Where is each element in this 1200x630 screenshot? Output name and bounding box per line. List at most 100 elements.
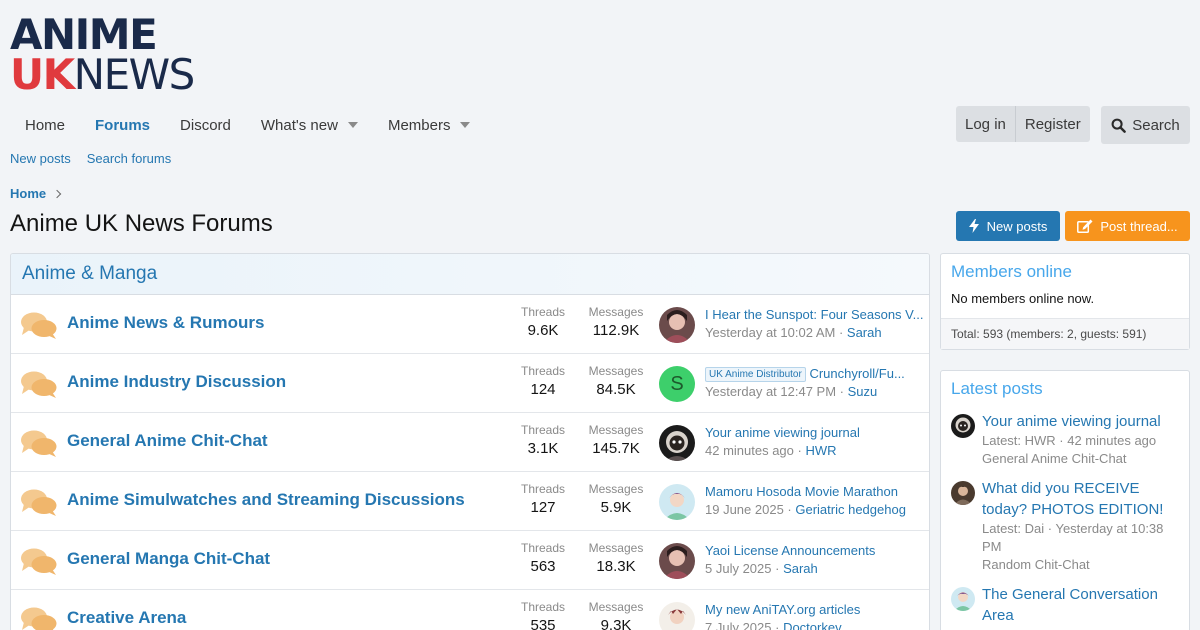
threads-count: 9.6K <box>527 322 559 339</box>
sub-nav: New posts Search forums <box>10 151 171 166</box>
latest-post-meta[interactable]: Latest: HWR · 42 minutes ago <box>982 432 1181 450</box>
avatar[interactable] <box>659 602 695 630</box>
messages-label: Messages <box>588 364 644 378</box>
forum-node-title[interactable]: Anime Industry Discussion <box>67 372 286 392</box>
last-post-time[interactable]: 7 July 2025 <box>705 620 772 630</box>
avatar[interactable] <box>659 543 695 579</box>
threads-stat: Threads 3.1K <box>511 423 575 457</box>
threads-stat: Threads 563 <box>511 541 575 575</box>
forum-node-row: Anime Industry Discussion Threads 124 Mes… <box>11 354 929 413</box>
forum-node-title[interactable]: General Manga Chit-Chat <box>67 549 270 569</box>
last-post-title[interactable]: Your anime viewing journal <box>705 425 925 442</box>
messages-stat: Messages 5.9K <box>583 482 649 516</box>
last-post-time[interactable]: Yesterday at 10:02 AM <box>705 325 835 340</box>
breadcrumb-home[interactable]: Home <box>10 186 46 201</box>
last-post-title-text: Crunchyroll/Fu... <box>809 366 905 381</box>
subnav-search-forums[interactable]: Search forums <box>87 151 172 166</box>
chat-bubbles-icon <box>21 430 57 457</box>
nav-discord[interactable]: Discord <box>165 106 246 144</box>
avatar[interactable] <box>951 481 975 505</box>
forum-node-row: Creative Arena Threads 535 Messages 9.3K M… <box>11 590 929 630</box>
avatar[interactable] <box>951 414 975 438</box>
forum-node-title[interactable]: Anime News & Rumours <box>67 313 264 333</box>
forum-node-row: Anime News & Rumours Threads 9.6K Message… <box>11 295 929 354</box>
threads-label: Threads <box>520 482 566 496</box>
new-posts-button[interactable]: New posts <box>956 211 1060 241</box>
last-post-time[interactable]: 19 June 2025 <box>705 502 784 517</box>
last-post-title[interactable]: Mamoru Hosoda Movie Marathon <box>705 484 925 501</box>
last-post-user[interactable]: Suzu <box>848 384 878 399</box>
last-post-meta: 42 minutes ago · HWR <box>705 443 837 458</box>
last-post-title[interactable]: I Hear the Sunspot: Four Seasons V... <box>705 307 925 324</box>
nav-home[interactable]: Home <box>10 106 80 144</box>
category-header[interactable]: Anime & Manga <box>11 254 929 295</box>
chevron-down-icon[interactable] <box>460 122 471 128</box>
latest-posts-title[interactable]: Latest posts <box>941 371 1189 399</box>
threads-stat: Threads 124 <box>511 364 575 398</box>
latest-post-forum[interactable]: General Anime Chit-Chat <box>982 450 1181 468</box>
last-post-user[interactable]: Doctorkev <box>783 620 842 630</box>
last-post-title[interactable]: Yaoi License Announcements <box>705 543 925 560</box>
last-post-time[interactable]: 42 minutes ago <box>705 443 794 458</box>
chat-bubbles-icon <box>21 371 57 398</box>
threads-count: 124 <box>530 381 556 398</box>
auth-buttons: Log in Register <box>956 106 1090 142</box>
members-online-text: No members online now. <box>951 291 1095 306</box>
site-logo[interactable]: ANIME UKNEWS <box>10 14 196 99</box>
forum-node-row: General Manga Chit-Chat Threads 563 Messa… <box>11 531 929 590</box>
latest-post-forum[interactable]: Random Chit-Chat <box>982 556 1181 574</box>
subnav-new-posts[interactable]: New posts <box>10 151 71 166</box>
latest-post-meta[interactable]: Latest: Dai · Yesterday at 10:38 PM <box>982 520 1181 556</box>
last-post-user[interactable]: Sarah <box>847 325 882 340</box>
threads-stat: Threads 535 <box>511 600 575 630</box>
search-icon <box>1111 118 1127 133</box>
register-button[interactable]: Register <box>1014 106 1090 142</box>
latest-post-title[interactable]: The General Conversation Area <box>982 586 1158 624</box>
forum-node-title[interactable]: Anime Simulwatches and Streaming Discuss… <box>67 490 465 510</box>
messages-count: 145.7K <box>592 440 640 457</box>
messages-count: 5.9K <box>600 499 632 516</box>
post-thread-button[interactable]: Post thread... <box>1065 211 1190 241</box>
last-post-user[interactable]: HWR <box>805 443 836 458</box>
members-online-title[interactable]: Members online <box>941 254 1189 282</box>
messages-stat: Messages 9.3K <box>583 600 649 630</box>
chevron-down-icon[interactable] <box>347 122 358 128</box>
threads-count: 3.1K <box>527 440 559 457</box>
nav-members[interactable]: Members <box>373 106 486 144</box>
avatar[interactable] <box>951 587 975 611</box>
threads-label: Threads <box>520 541 566 555</box>
new-posts-label: New posts <box>986 218 1048 234</box>
last-post-title[interactable]: UK Anime Distributor Crunchyroll/Fu... <box>705 366 925 383</box>
threads-count: 127 <box>530 499 556 516</box>
last-post-user[interactable]: Sarah <box>783 561 818 576</box>
avatar[interactable]: S <box>659 366 695 402</box>
avatar[interactable] <box>659 425 695 461</box>
last-post-meta: 7 July 2025 · Doctorkev <box>705 620 925 630</box>
login-button[interactable]: Log in <box>956 106 1015 142</box>
latest-post-item: What did you RECEIVE today? PHOTOS EDITI… <box>951 478 1181 574</box>
last-post-info: UK Anime Distributor Crunchyroll/Fu... Y… <box>705 366 925 399</box>
chevron-right-icon <box>52 189 62 198</box>
chat-bubbles-icon <box>21 548 57 575</box>
members-online-block: Members online No members online now. To… <box>940 253 1190 350</box>
nav-whats-new[interactable]: What's new <box>246 106 373 144</box>
latest-post-title[interactable]: What did you RECEIVE today? PHOTOS EDITI… <box>982 480 1163 518</box>
search-button[interactable]: Search <box>1101 106 1190 144</box>
nav-forums[interactable]: Forums <box>80 106 165 144</box>
last-post-user[interactable]: Geriatric hedgehog <box>795 502 906 517</box>
latest-post-title[interactable]: Your anime viewing journal <box>982 413 1161 430</box>
forum-node-title[interactable]: General Anime Chit-Chat <box>67 431 268 451</box>
messages-label: Messages <box>588 600 644 614</box>
avatar[interactable] <box>659 484 695 520</box>
last-post-time[interactable]: Yesterday at 12:47 PM <box>705 384 836 399</box>
forum-node-row: Anime Simulwatches and Streaming Discuss… <box>11 472 929 531</box>
last-post-title[interactable]: My new AniTAY.org articles <box>705 602 925 619</box>
forum-node-title[interactable]: Creative Arena <box>67 608 186 628</box>
nav-whats-new-label: What's new <box>260 116 338 134</box>
bolt-icon <box>968 219 979 233</box>
messages-count: 9.3K <box>600 617 632 630</box>
avatar[interactable] <box>659 307 695 343</box>
last-post-time[interactable]: 5 July 2025 <box>705 561 772 576</box>
logo-word-news: NEWS <box>73 50 196 99</box>
last-post-meta: 5 July 2025 · Sarah <box>705 561 818 576</box>
